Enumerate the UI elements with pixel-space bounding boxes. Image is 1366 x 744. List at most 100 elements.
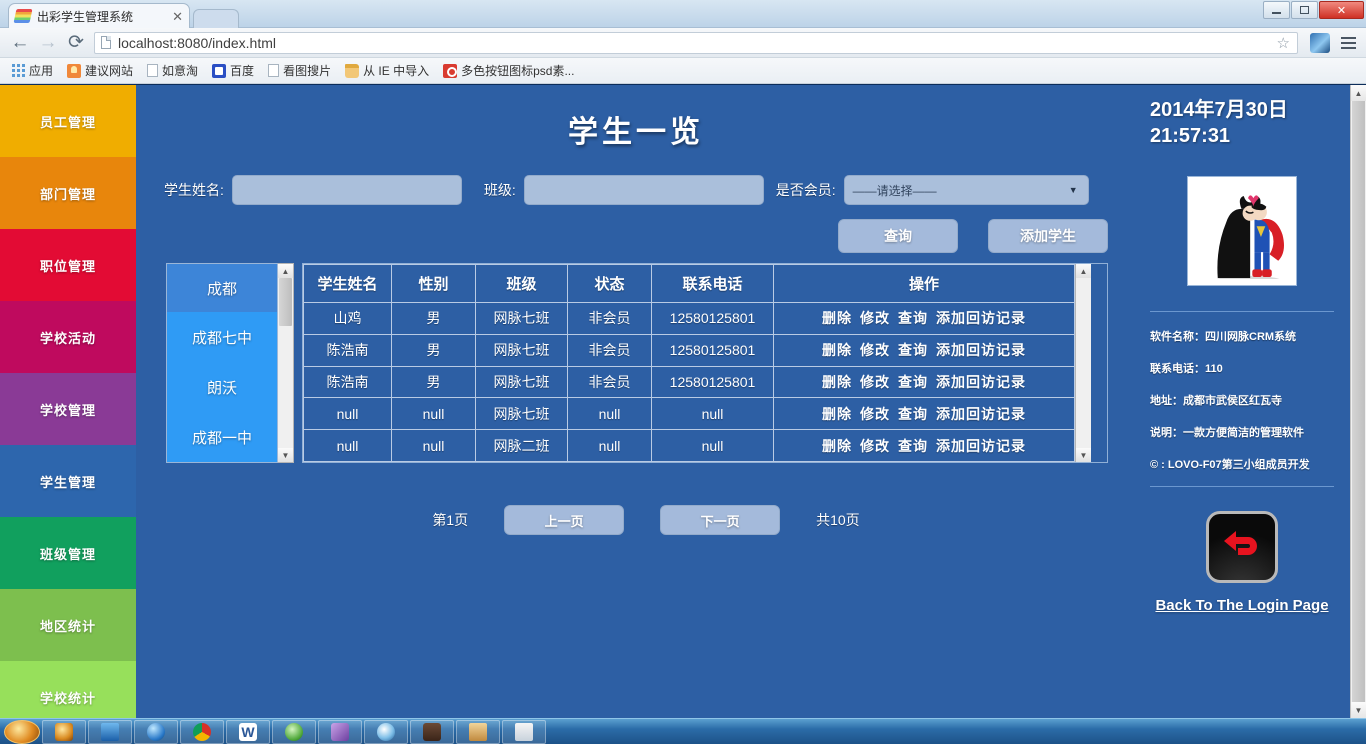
op-link[interactable]: 修改 <box>860 406 890 422</box>
city-list-scrollbar[interactable]: ▲ ▼ <box>278 263 294 463</box>
scroll-up-icon[interactable]: ▲ <box>1351 85 1366 101</box>
member-select-value: ——请选择—— <box>852 183 937 198</box>
bookmark-image-search[interactable]: 看图搜片 <box>262 60 337 81</box>
table-header-cell: 状态 <box>567 264 652 303</box>
city-list-item[interactable]: 成都七中 <box>167 312 277 362</box>
maximize-button[interactable] <box>1291 1 1318 19</box>
scroll-down-icon[interactable]: ▼ <box>1351 702 1366 718</box>
op-link[interactable]: 删除 <box>822 406 852 422</box>
add-student-button[interactable]: 添加学生 <box>988 219 1108 253</box>
op-link[interactable]: 添加回访记录 <box>936 406 1026 422</box>
chrome-menu-icon[interactable] <box>1336 32 1360 54</box>
sidebar-item-8[interactable]: 地区统计 <box>0 589 136 661</box>
city-list-item[interactable]: 朗沃 <box>167 362 277 412</box>
taskbar-item[interactable] <box>318 719 362 744</box>
class-input[interactable] <box>523 175 764 205</box>
op-link[interactable]: 修改 <box>860 374 890 390</box>
taskbar-item[interactable] <box>364 719 408 744</box>
address-bar[interactable]: localhost:8080/index.html ☆ <box>94 31 1298 54</box>
taskbar-item-chrome[interactable] <box>180 719 224 744</box>
taskbar-item[interactable] <box>42 719 86 744</box>
taskbar-item[interactable] <box>272 719 316 744</box>
op-link[interactable]: 删除 <box>822 374 852 390</box>
reload-icon[interactable]: ⟳ <box>62 30 90 56</box>
city-list-item[interactable]: 成都一中 <box>167 412 277 462</box>
op-link[interactable]: 修改 <box>860 342 890 358</box>
op-link[interactable]: 添加回访记录 <box>936 438 1026 454</box>
bookmark-star-icon[interactable]: ☆ <box>1277 34 1290 52</box>
member-select[interactable]: ——请选择—— ▼ <box>843 175 1089 205</box>
minimize-button[interactable] <box>1263 1 1290 19</box>
sidebar-item-2[interactable]: 部门管理 <box>0 157 136 229</box>
back-icon[interactable]: ← <box>6 30 34 56</box>
cell-clazz: 网脉七班 <box>475 397 568 431</box>
url-text: localhost:8080/index.html <box>118 34 276 51</box>
sidebar-item-5[interactable]: 学校管理 <box>0 373 136 445</box>
prev-page-button[interactable]: 上一页 <box>504 505 625 535</box>
scrollbar-thumb[interactable] <box>1352 101 1365 702</box>
op-link[interactable]: 修改 <box>860 438 890 454</box>
op-link[interactable]: 查询 <box>898 310 928 326</box>
bookmark-apps[interactable]: 应用 <box>6 60 59 81</box>
table-scrollbar[interactable]: ▲ ▼ <box>1075 264 1091 462</box>
op-link[interactable]: 查询 <box>898 342 928 358</box>
batman-superman-cartoon-icon <box>1194 183 1290 279</box>
taskbar-item[interactable] <box>410 719 454 744</box>
sidebar-item-label: 班级管理 <box>39 546 96 562</box>
taskbar-item[interactable] <box>88 719 132 744</box>
student-name-input[interactable] <box>231 175 462 205</box>
scrollbar-thumb[interactable] <box>279 278 292 326</box>
taskbar-item[interactable] <box>456 719 500 744</box>
sidebar-item-6[interactable]: 学生管理 <box>0 445 136 517</box>
back-arrow-icon[interactable] <box>1206 511 1278 583</box>
taskbar-item-word[interactable]: W <box>226 719 270 744</box>
start-button[interactable] <box>4 719 40 744</box>
sidebar-item-7[interactable]: 班级管理 <box>0 517 136 589</box>
op-link[interactable]: 查询 <box>898 374 928 390</box>
bookmark-psd-icons[interactable]: 多色按钮图标psd素... <box>437 60 580 81</box>
op-link[interactable]: 添加回访记录 <box>936 342 1026 358</box>
op-link[interactable]: 添加回访记录 <box>936 310 1026 326</box>
scroll-up-icon[interactable]: ▲ <box>278 264 293 278</box>
bookmark-baidu[interactable]: 百度 <box>206 60 260 81</box>
cell-name: 陈浩南 <box>303 333 392 367</box>
extension-icon[interactable] <box>1310 32 1330 53</box>
op-link[interactable]: 删除 <box>822 438 852 454</box>
taskbar-item[interactable] <box>134 719 178 744</box>
op-link[interactable]: 添加回访记录 <box>936 374 1026 390</box>
op-link[interactable]: 查询 <box>898 438 928 454</box>
bookmark-ruyitao[interactable]: 如意淘 <box>141 60 204 81</box>
scroll-down-icon[interactable]: ▼ <box>1076 448 1091 462</box>
scroll-down-icon[interactable]: ▼ <box>278 448 293 462</box>
op-link[interactable]: 删除 <box>822 342 852 358</box>
sidebar-item-9[interactable]: 学校统计 <box>0 661 136 718</box>
city-list[interactable]: 成都 成都七中 朗沃 成都一中 <box>166 263 278 463</box>
close-button[interactable]: ✕ <box>1319 1 1364 19</box>
op-link[interactable]: 查询 <box>898 406 928 422</box>
bookmarks-bar: 应用 建议网站 如意淘 百度 看图搜片 从 IE 中导入 多色按钮图标psd素.… <box>0 58 1366 84</box>
sidebar-item-3[interactable]: 职位管理 <box>0 229 136 301</box>
scrollbar-track[interactable] <box>1076 278 1091 448</box>
page-scrollbar[interactable]: ▲ ▼ <box>1350 85 1366 718</box>
app-icon <box>101 722 119 741</box>
city-list-header[interactable]: 成都 <box>167 264 277 312</box>
op-link[interactable]: 删除 <box>822 310 852 326</box>
avatar <box>1187 176 1297 286</box>
sidebar-item-1[interactable]: 员工管理 <box>0 85 136 157</box>
bookmark-import-ie[interactable]: 从 IE 中导入 <box>339 60 435 81</box>
query-button[interactable]: 查询 <box>838 219 958 253</box>
scrollbar-track[interactable] <box>278 326 293 448</box>
next-page-button[interactable]: 下一页 <box>660 505 781 535</box>
bookmark-suggested-sites[interactable]: 建议网站 <box>61 60 139 81</box>
scroll-up-icon[interactable]: ▲ <box>1076 264 1091 278</box>
new-tab-button[interactable] <box>193 9 239 28</box>
op-link[interactable]: 修改 <box>860 310 890 326</box>
sidebar-item-4[interactable]: 学校活动 <box>0 301 136 373</box>
forward-icon[interactable]: → <box>34 30 62 56</box>
taskbar-item[interactable] <box>502 719 546 744</box>
cell-phone: 12580125801 <box>651 333 774 367</box>
back-to-login-link[interactable]: Back To The Login Page <box>1150 597 1334 614</box>
tab-close-icon[interactable]: ✕ <box>172 10 183 23</box>
browser-tab[interactable]: 出彩学生管理系统 ✕ <box>8 3 190 28</box>
app-icon <box>331 722 349 741</box>
